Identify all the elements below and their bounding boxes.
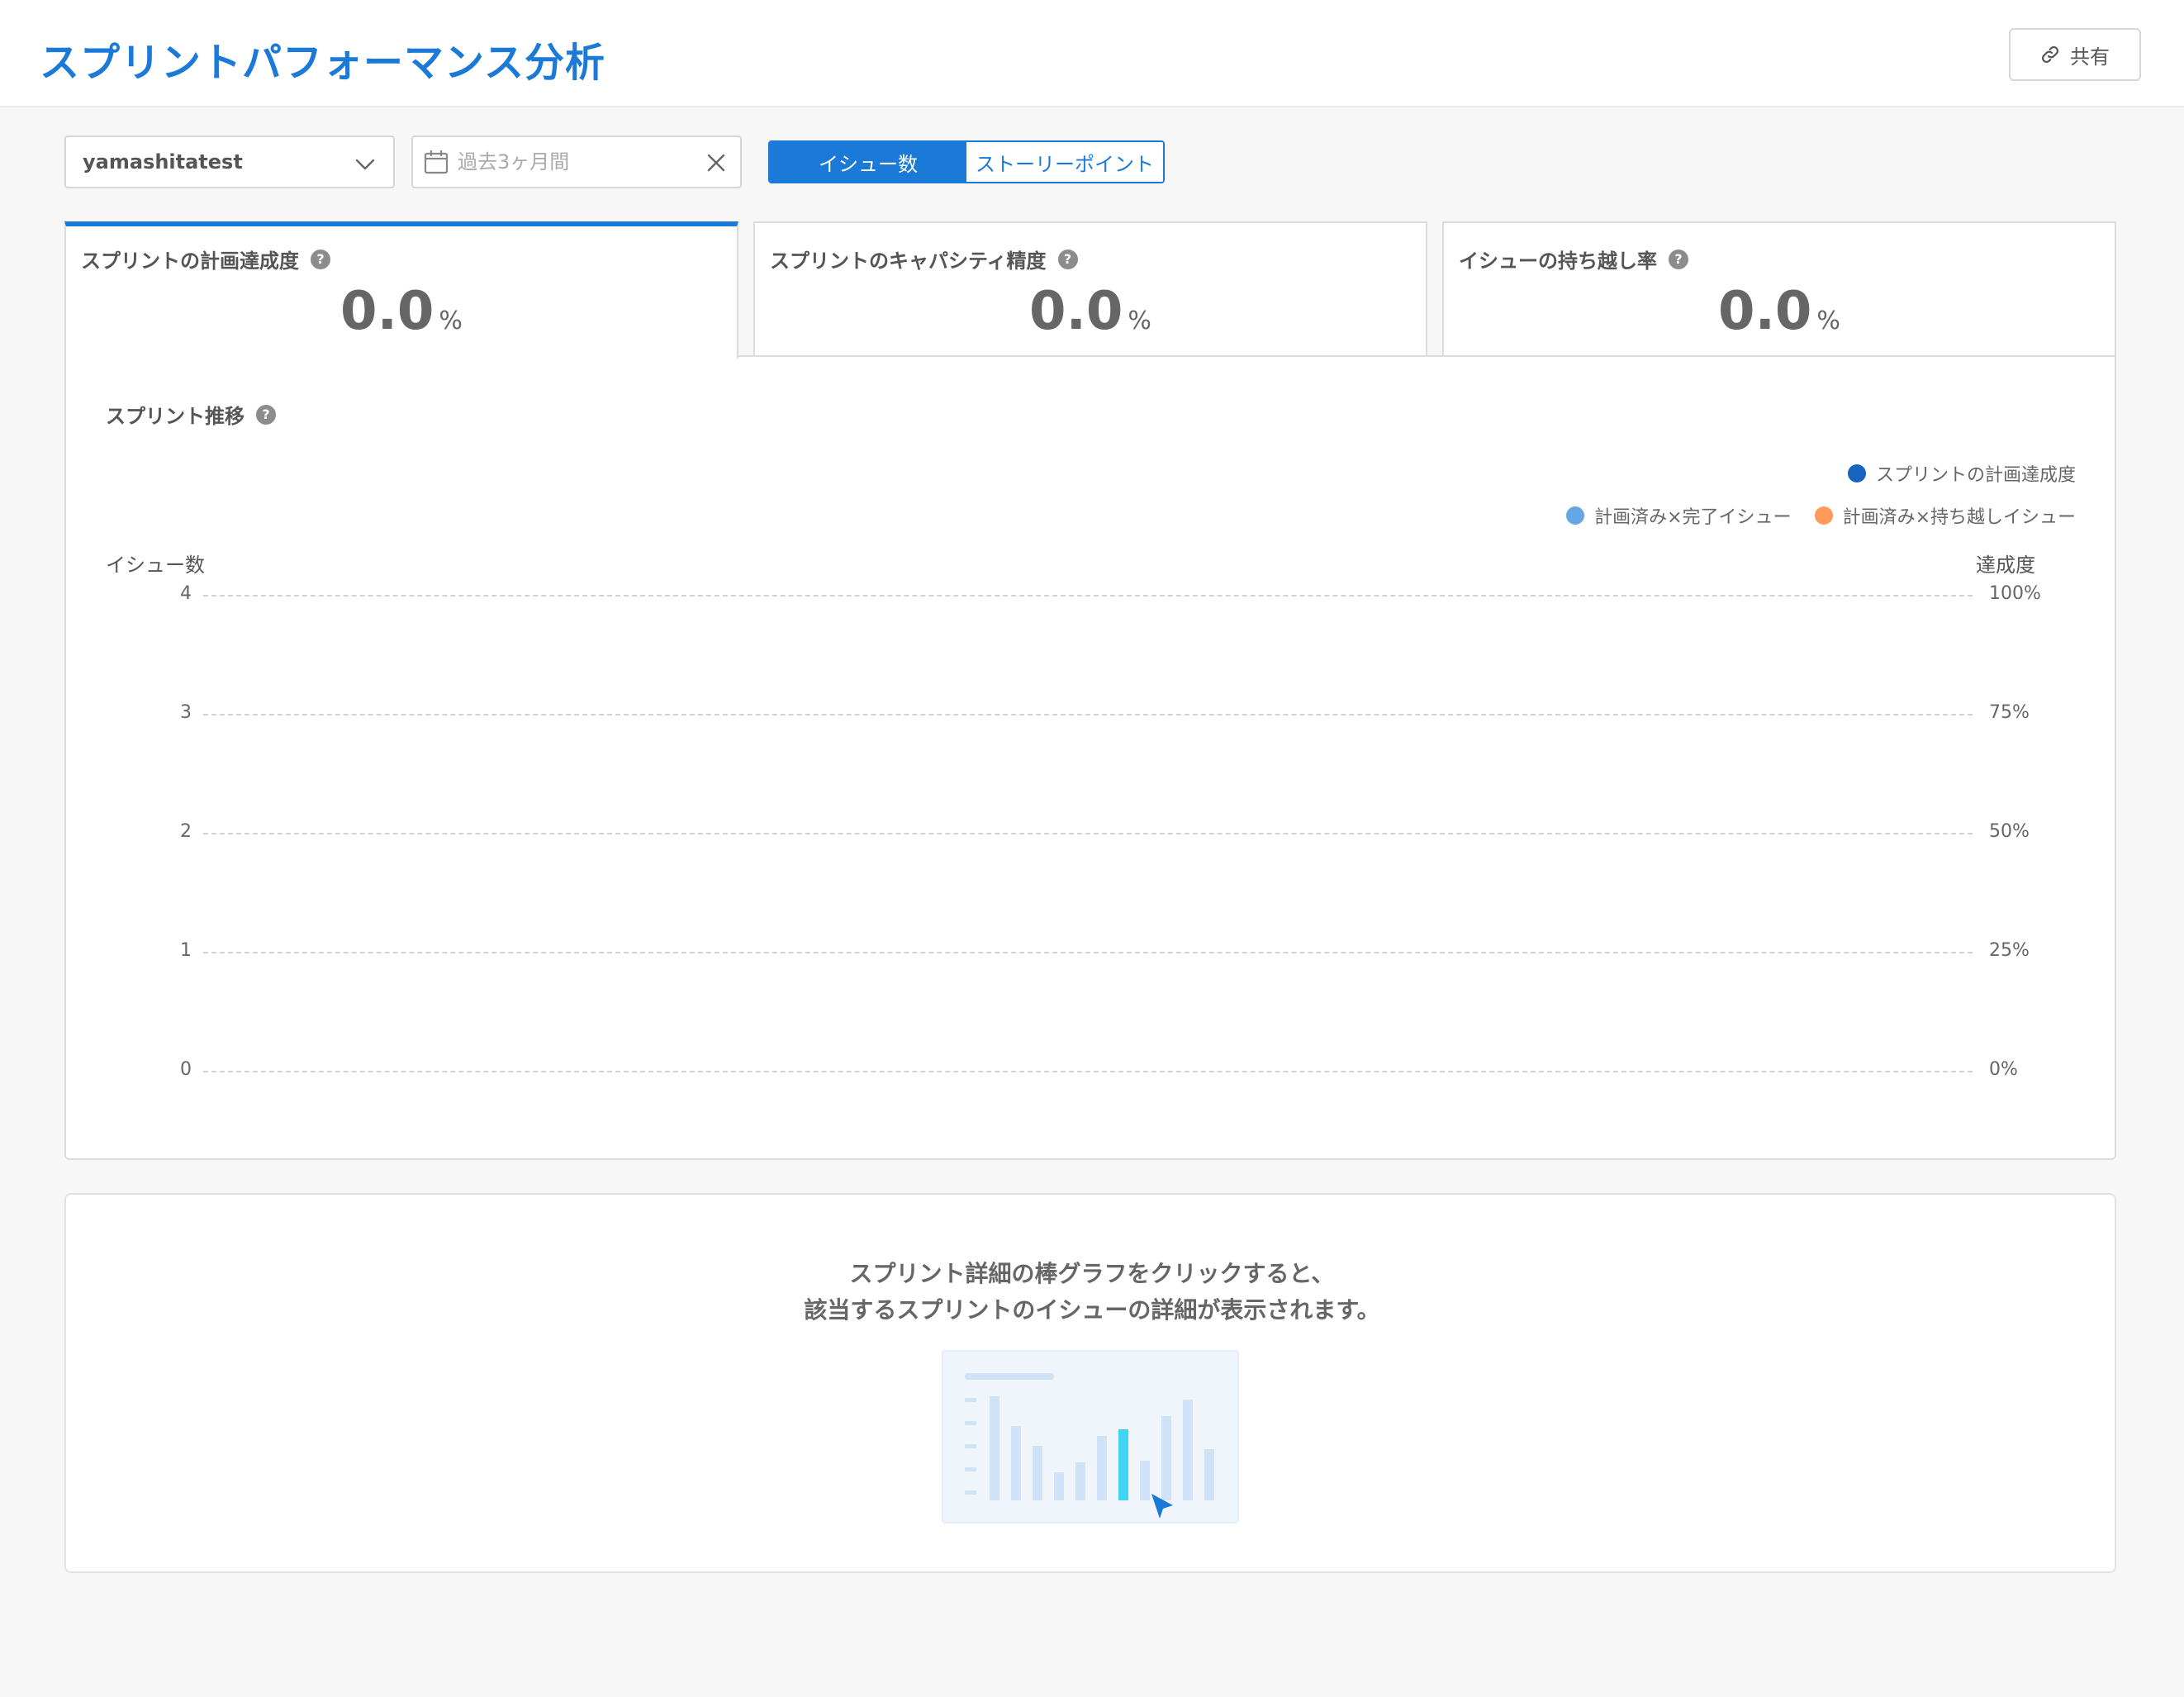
gridline [203,952,1973,953]
metric-unit: % [439,307,463,335]
legend-row: 計画済み×完了イシュー 計画済み×持ち越しイシュー [1566,502,2076,529]
y2-tick-label: 100% [1989,583,2041,604]
y2-tick-label: 50% [1989,821,2030,842]
metric-unit: % [1128,307,1151,335]
metric-label: スプリントの計画達成度 [81,250,299,273]
link-icon [2041,45,2059,64]
legend-dot [1814,506,1833,525]
y-tick-label: 3 [180,702,192,723]
page-header: スプリントパフォーマンス分析 共有 [0,0,2184,107]
hint-line: 該当するスプリントのイシューの詳細が表示されます。 [804,1296,1380,1324]
date-range-input[interactable] [458,150,705,174]
y-axis-title: イシュー数 [106,554,205,577]
y-tick-label: 1 [180,940,192,961]
metric-label: イシューの持ち越し率 [1459,250,1657,273]
metric-value: 0.0% [755,281,1426,342]
y2-tick-label: 75% [1989,702,2030,723]
close-icon[interactable] [704,150,729,175]
metric-card-plan-achievement[interactable]: スプリントの計画達成度 ? 0.0% [64,221,738,359]
gridline [203,595,1973,597]
metric-number: 0.0 [340,281,434,342]
y2-axis-title: 達成度 [1976,554,2035,577]
project-select-value: yamashitatest [83,150,243,174]
chart-title-text: スプリント推移 [106,405,245,428]
bar-chart-illustration-icon [965,1373,1214,1519]
gridline [203,1071,1973,1072]
gridline [203,833,1973,834]
chevron-down-icon [355,159,375,170]
page-title: スプリントパフォーマンス分析 [40,40,606,86]
metric-unit: % [1816,307,1840,335]
gridline [203,714,1973,715]
share-button[interactable]: 共有 [2009,28,2141,81]
help-icon[interactable]: ? [1669,249,1688,269]
y-tick-label: 0 [180,1059,192,1080]
toggle-story-points[interactable]: ストーリーポイント [966,142,1163,182]
metric-value: 0.0% [66,281,737,342]
help-icon[interactable]: ? [256,404,276,425]
divider [737,355,2116,357]
date-range-field[interactable] [411,135,742,188]
legend-label: 計画済み×持ち越しイシュー [1842,507,2076,528]
metric-card-carryover-rate[interactable]: イシューの持ち越し率 ? 0.0% [1442,221,2116,357]
legend-item-completed[interactable]: 計画済み×完了イシュー [1566,502,1792,529]
metric-label: スプリントのキャパシティ精度 [770,250,1047,273]
chart-panel [64,355,2116,1160]
help-icon[interactable]: ? [1057,249,1078,269]
metric-card-capacity-accuracy[interactable]: スプリントのキャパシティ精度 ? 0.0% [753,221,1427,357]
y-tick-label: 2 [180,821,192,842]
y2-tick-label: 25% [1989,940,2030,961]
bar-chart-illustration [942,1350,1239,1523]
metric-number: 0.0 [1029,281,1123,342]
legend-item-carryover[interactable]: 計画済み×持ち越しイシュー [1814,502,2076,529]
hint-line: スプリント詳細の棒グラフをクリックすると、 [849,1260,1335,1287]
project-select[interactable]: yamashitatest [64,135,395,188]
legend-dot [1847,464,1866,482]
y-tick-label: 4 [180,583,192,604]
unit-toggle: イシュー数 ストーリーポイント [768,140,1165,183]
toggle-issue-count[interactable]: イシュー数 [770,142,966,182]
share-button-label: 共有 [2070,45,2110,69]
help-icon[interactable]: ? [311,249,330,269]
y2-tick-label: 0% [1989,1059,2018,1080]
sprint-detail-hint: スプリント詳細の棒グラフをクリックすると、 該当するスプリントのイシューの詳細が… [0,1256,2184,1329]
metric-number: 0.0 [1718,281,1812,342]
legend-item-plan-achievement[interactable]: スプリントの計画達成度 [1847,460,2076,487]
metric-value: 0.0% [1444,281,2115,342]
calendar-icon [424,150,449,174]
legend-label: 計画済み×完了イシュー [1594,507,1792,528]
chart-title: スプリント推移 ? [106,400,276,429]
legend-label: スプリントの計画達成度 [1875,465,2076,486]
legend-dot [1566,506,1585,525]
